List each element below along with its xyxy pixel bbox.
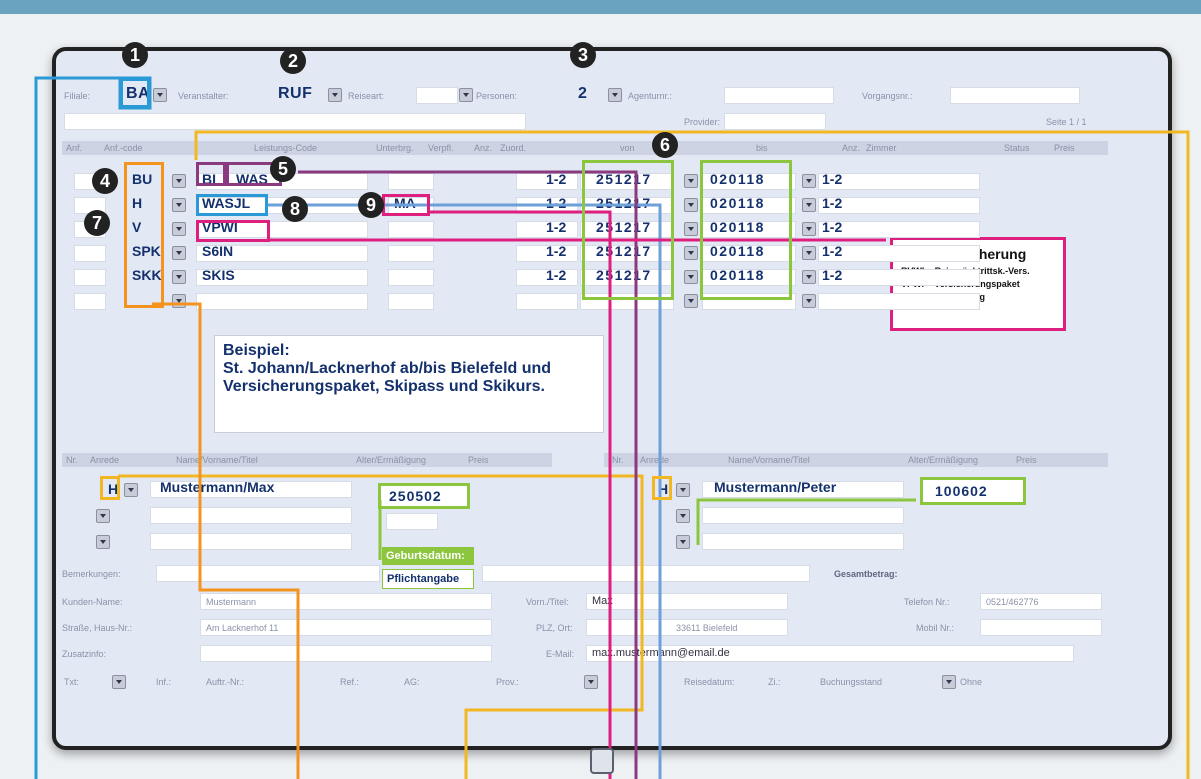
bis-highlight	[700, 160, 792, 300]
anrede2-highlight	[652, 476, 672, 500]
filiale-highlight	[120, 78, 150, 108]
von-highlight	[582, 160, 674, 300]
marker-4: 4	[92, 168, 118, 194]
anf-code-highlight	[124, 162, 164, 308]
anrede1-highlight	[100, 476, 120, 500]
wasjl-highlight	[196, 194, 268, 216]
marker-1: 1	[122, 42, 148, 68]
marker-5: 5	[270, 156, 296, 182]
bi-highlight	[196, 162, 226, 186]
lock-icon[interactable]	[590, 748, 614, 774]
annotation-lines	[34, 76, 1190, 779]
marker-8: 8	[282, 196, 308, 222]
marker-3: 3	[570, 42, 596, 68]
marker-9: 9	[358, 192, 384, 218]
vpwi-highlight	[196, 220, 270, 242]
ma-highlight	[382, 194, 430, 216]
marker-7: 7	[84, 210, 110, 236]
marker-6: 6	[652, 132, 678, 158]
marker-2: 2	[280, 48, 306, 74]
